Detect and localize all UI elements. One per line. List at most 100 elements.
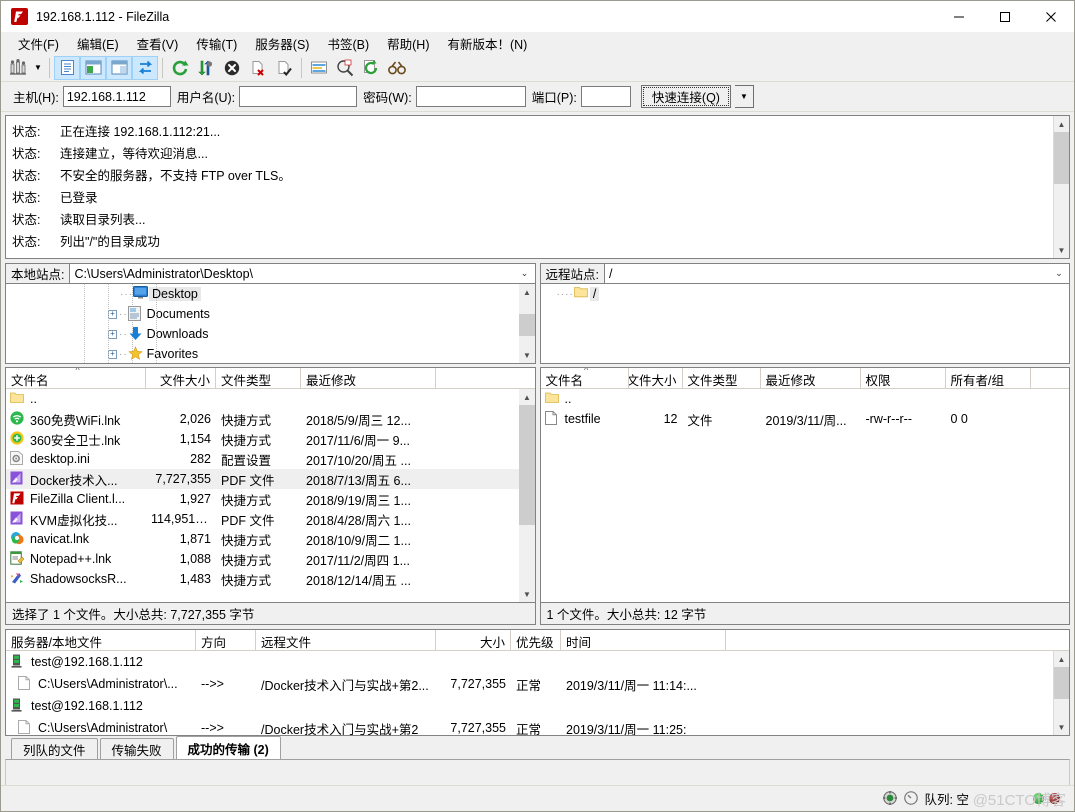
queue-scrollbar[interactable]: ▲ ▼ [1053,651,1069,735]
tab-queued-files[interactable]: 列队的文件 [11,738,98,759]
close-button[interactable] [1028,1,1074,32]
table-row[interactable]: KVM虚拟化技... 114,951,5... PDF 文件 2018/4/28… [6,509,519,529]
tab-successful-transfers[interactable]: 成功的传输 (2) [175,736,281,759]
column-header-filetype[interactable]: 文件类型 [683,368,761,388]
disconnect-icon[interactable] [245,56,271,80]
username-input[interactable] [239,86,358,107]
reconnect-icon[interactable] [271,56,297,80]
expand-icon[interactable]: + [108,349,117,359]
menu-help[interactable]: 帮助(H) [378,32,438,55]
scroll-track[interactable] [1053,132,1069,242]
menu-server[interactable]: 服务器(S) [246,32,318,55]
menu-transfer[interactable]: 传输(T) [187,32,246,55]
tree-node[interactable]: + ·· Downloads [6,324,519,344]
search-remote-files-icon[interactable] [384,56,410,80]
scroll-track[interactable] [519,405,535,586]
local-directory-tree[interactable]: ··· Desktop + ·· Documents + ·· Download… [5,284,536,364]
scroll-up-icon[interactable]: ▲ [1053,651,1069,667]
tab-failed-transfers[interactable]: 传输失败 [99,738,174,759]
scroll-down-icon[interactable]: ▼ [519,586,535,602]
log-scrollbar[interactable]: ▲ ▼ [1053,116,1069,258]
scroll-thumb[interactable] [1053,132,1069,184]
table-row[interactable]: ShadowsocksR... 1,483 快捷方式 2018/12/14/周五… [6,569,519,589]
column-header-owner-group[interactable]: 所有者/组 [946,368,1031,388]
table-row[interactable]: test@192.168.1.112 [6,651,1053,673]
scroll-track[interactable] [519,300,535,347]
host-input[interactable] [62,86,171,107]
table-row[interactable]: Notepad++.lnk 1,088 快捷方式 2017/11/2/周四 1.… [6,549,519,569]
scroll-up-icon[interactable]: ▲ [519,284,535,300]
column-header-modified[interactable]: 最近修改 [761,368,861,388]
scroll-up-icon[interactable]: ▲ [1053,116,1069,132]
scroll-down-icon[interactable]: ▼ [1053,242,1069,258]
maximize-button[interactable] [982,1,1028,32]
local-site-combo[interactable]: C:\Users\Administrator\Desktop\ ⌄ [69,263,536,284]
refresh-icon[interactable] [167,56,193,80]
column-header-priority[interactable]: 优先级 [511,630,561,650]
local-file-list-scrollbar[interactable]: ▲ ▼ [518,389,535,602]
column-header-filename[interactable]: ^ 文件名 [6,368,146,388]
remote-directory-tree[interactable]: ···· / [539,284,1070,364]
table-row[interactable]: FileZilla Client.l... 1,927 快捷方式 2018/9/… [6,489,519,509]
menu-edit[interactable]: 编辑(E) [68,32,128,55]
filter-icon[interactable] [306,56,332,80]
scroll-thumb[interactable] [519,405,535,525]
column-header-direction[interactable]: 方向 [196,630,256,650]
tree-node[interactable]: ··· Desktop [6,284,519,304]
scroll-down-icon[interactable]: ▼ [1053,719,1069,735]
synchronized-browsing-icon[interactable] [358,56,384,80]
column-header-filesize[interactable]: 文件大小 [629,368,683,388]
table-row[interactable]: .. [6,389,519,409]
directory-compare-icon[interactable] [332,56,358,80]
toggle-remote-tree-icon[interactable] [106,55,132,80]
local-tree-scrollbar[interactable]: ▲ ▼ [518,284,535,363]
quickconnect-button[interactable]: 快速连接(Q) [640,85,731,108]
toggle-local-tree-icon[interactable] [80,55,106,80]
port-input[interactable] [580,86,631,107]
table-row[interactable]: Docker技术入... 7,727,355 PDF 文件 2018/7/13/… [6,469,519,489]
scroll-track[interactable] [1053,667,1069,719]
chevron-down-icon[interactable]: ⌄ [1051,268,1067,279]
process-queue-icon[interactable] [193,56,219,80]
table-row[interactable]: C:\Users\Administrator\... -->> /Docker技… [6,673,1053,695]
remote-site-combo[interactable]: / ⌄ [603,263,1070,284]
tree-node[interactable]: ···· / [541,284,1070,304]
scroll-thumb[interactable] [519,314,535,336]
column-header-modified[interactable]: 最近修改 [301,368,436,388]
table-row[interactable]: .. [541,389,1070,409]
column-header-remote-file[interactable]: 远程文件 [256,630,436,650]
table-row[interactable]: 360安全卫士.lnk 1,154 快捷方式 2017/11/6/周一 9... [6,429,519,449]
toggle-transfer-queue-icon[interactable] [132,55,158,80]
expand-icon[interactable]: + [108,329,117,339]
column-header-filename[interactable]: ^ 文件名 [541,368,629,388]
toggle-message-log-icon[interactable] [54,55,80,80]
menu-file[interactable]: 文件(F) [9,32,68,55]
table-row[interactable]: testfile 12 文件 2019/3/11/周... -rw-r--r--… [541,409,1070,429]
table-row[interactable]: test@192.168.1.112 [6,695,1053,717]
table-row[interactable]: 360免费WiFi.lnk 2,026 快捷方式 2018/5/9/周三 12.… [6,409,519,429]
column-header-size[interactable]: 大小 [436,630,511,650]
table-row[interactable]: C:\Users\Administrator\ -->> /Docker技术入门… [6,717,1053,735]
remote-file-list[interactable]: ^ 文件名 文件大小 文件类型 最近修改 权限 所有者/组 .. testfil… [539,367,1070,603]
password-input[interactable] [415,86,526,107]
transfer-queue[interactable]: 服务器/本地文件 方向 远程文件 大小 优先级 时间 test@192.168.… [5,629,1070,736]
scroll-down-icon[interactable]: ▼ [519,347,535,363]
table-row[interactable]: navicat.lnk 1,871 快捷方式 2018/10/9/周二 1... [6,529,519,549]
quickconnect-dropdown-caret-icon[interactable]: ▼ [734,85,754,108]
tree-node[interactable]: + ·· Documents [6,304,519,324]
expand-icon[interactable]: + [108,309,117,319]
local-file-list[interactable]: ^ 文件名 文件大小 文件类型 最近修改 .. 360免费WiFi.lnk 2,… [5,367,536,603]
chevron-down-icon[interactable]: ⌄ [517,268,533,279]
menu-new-version[interactable]: 有新版本！(N) [438,32,536,55]
tree-node[interactable]: + ·· Favorites [6,344,519,363]
scroll-thumb[interactable] [1053,667,1069,699]
menu-view[interactable]: 查看(V) [128,32,188,55]
site-manager-dropdown-caret-icon[interactable]: ▼ [31,56,45,80]
minimize-button[interactable] [936,1,982,32]
cancel-icon[interactable] [219,56,245,80]
column-header-time[interactable]: 时间 [561,630,726,650]
column-header-filetype[interactable]: 文件类型 [216,368,301,388]
site-manager-icon[interactable] [5,56,31,80]
column-header-filesize[interactable]: 文件大小 [146,368,216,388]
column-header-permissions[interactable]: 权限 [861,368,946,388]
